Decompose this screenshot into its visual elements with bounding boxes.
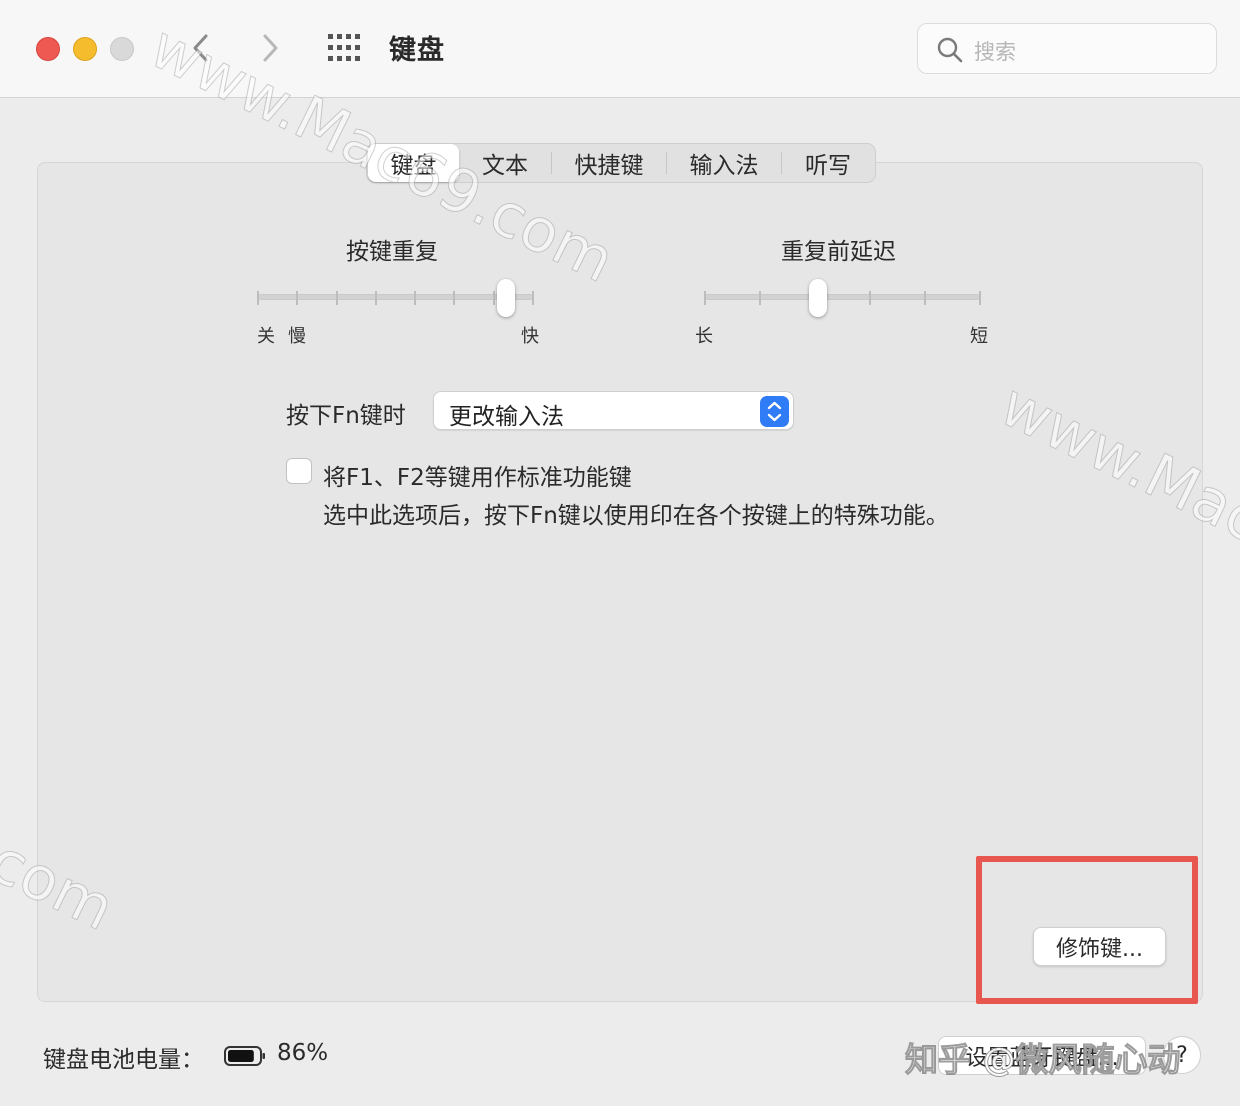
slider-tick bbox=[979, 291, 981, 305]
function-keys-checkbox[interactable] bbox=[286, 458, 312, 484]
help-button[interactable]: ? bbox=[1163, 1036, 1201, 1074]
minimize-button[interactable] bbox=[73, 37, 97, 61]
slider-tick bbox=[704, 291, 706, 305]
fn-key-select[interactable]: 更改输入法 bbox=[433, 391, 794, 430]
title-bar: 键盘 搜索 bbox=[0, 0, 1240, 98]
zoom-button[interactable] bbox=[110, 37, 134, 61]
function-keys-description: 选中此选项后，按下Fn键以使用印在各个按键上的特殊功能。 bbox=[323, 503, 949, 529]
tab-shortcuts[interactable]: 快捷键 bbox=[552, 144, 666, 182]
window-title: 键盘 bbox=[389, 35, 445, 66]
search-field[interactable]: 搜索 bbox=[917, 23, 1217, 74]
grid-icon bbox=[328, 34, 360, 61]
battery-icon bbox=[224, 1046, 265, 1066]
slider-thumb[interactable] bbox=[808, 279, 827, 317]
slider-tick bbox=[374, 291, 377, 305]
slider-tick bbox=[869, 291, 871, 305]
slider-tick bbox=[257, 291, 259, 305]
tab-bar: 键盘 文本 快捷键 输入法 听写 bbox=[366, 143, 876, 183]
slider-tick bbox=[414, 291, 417, 305]
slider-tick bbox=[296, 291, 299, 305]
tab-input-sources[interactable]: 输入法 bbox=[667, 144, 781, 182]
select-stepper bbox=[760, 396, 789, 427]
key-repeat-title: 按键重复 bbox=[346, 239, 438, 265]
tab-text[interactable]: 文本 bbox=[459, 144, 551, 182]
repeat-delay-short-label: 短 bbox=[970, 326, 988, 347]
chevron-left-icon bbox=[193, 34, 208, 62]
key-repeat-fast-label: 快 bbox=[521, 326, 539, 347]
repeat-delay-title: 重复前延迟 bbox=[781, 239, 896, 265]
repeat-delay-long-label: 长 bbox=[695, 326, 713, 347]
close-button[interactable] bbox=[36, 37, 60, 61]
battery-label: 键盘电池电量： bbox=[43, 1047, 204, 1073]
chevron-up-down-icon bbox=[767, 401, 782, 422]
function-keys-label: 将F1、F2等键用作标准功能键 bbox=[323, 465, 632, 491]
setup-bluetooth-keyboard-button[interactable]: 设置蓝牙键盘... bbox=[938, 1036, 1146, 1075]
slider-tick bbox=[924, 291, 926, 305]
search-placeholder: 搜索 bbox=[974, 40, 1016, 64]
fn-key-label: 按下Fn键时 bbox=[286, 403, 406, 429]
fn-key-select-value: 更改输入法 bbox=[449, 404, 564, 430]
tab-keyboard[interactable]: 键盘 bbox=[368, 144, 459, 182]
search-icon bbox=[937, 37, 963, 63]
forward-button[interactable] bbox=[255, 28, 285, 68]
slider-tick bbox=[492, 291, 495, 305]
key-repeat-off-label: 关 bbox=[257, 326, 275, 347]
back-button[interactable] bbox=[186, 28, 216, 68]
battery-percent: 86% bbox=[277, 1040, 329, 1066]
tab-dictation[interactable]: 听写 bbox=[782, 144, 874, 182]
highlight-box bbox=[976, 856, 1198, 1004]
slider-tick bbox=[335, 291, 338, 305]
slider-tick bbox=[532, 291, 534, 305]
slider-track[interactable] bbox=[705, 294, 980, 300]
slider-tick bbox=[453, 291, 456, 305]
key-repeat-slow-label: 慢 bbox=[288, 326, 306, 347]
slider-tick bbox=[759, 291, 761, 305]
show-all-button[interactable] bbox=[327, 33, 363, 63]
slider-thumb[interactable] bbox=[496, 279, 515, 317]
chevron-right-icon bbox=[263, 34, 278, 62]
